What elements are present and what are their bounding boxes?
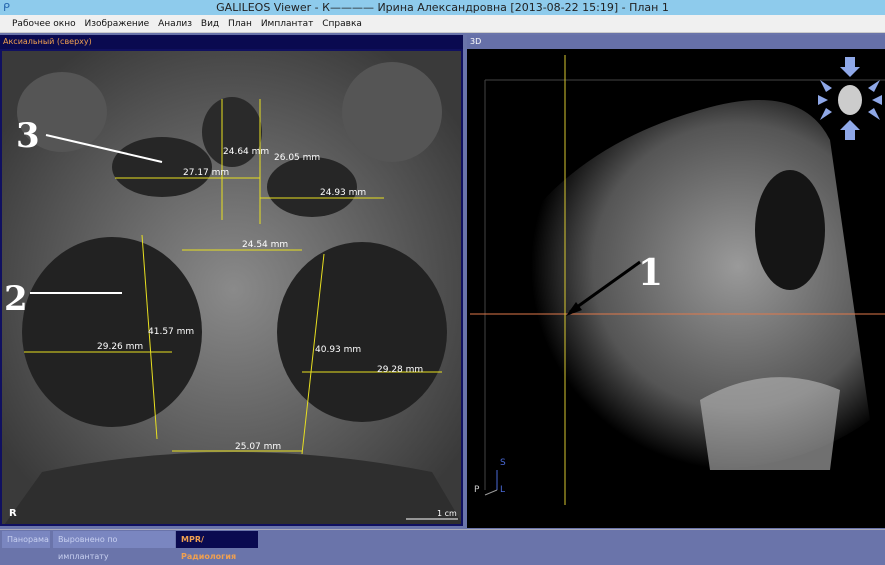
view-tabs: Панорама Выровнено по имплантату MPR/Рад… (0, 529, 885, 561)
menu-bar: Рабочее окно Изображение Анализ Вид План… (0, 15, 885, 33)
app-logo-icon: ᑭ (3, 1, 10, 14)
menu-analysis[interactable]: Анализ (158, 19, 192, 29)
3d-view[interactable]: 1 S P L (467, 49, 885, 528)
menu-help[interactable]: Справка (322, 19, 362, 29)
title-bar: ᑭ GALILEOS Viewer - К———— Ирина Александ… (0, 0, 885, 15)
measure-label: 25.07 mm (235, 442, 281, 452)
menu-implant[interactable]: Имплантат (261, 19, 314, 29)
measure-label: 41.57 mm (148, 327, 194, 337)
window-title: GALILEOS Viewer - К———— Ирина Александро… (216, 1, 669, 14)
tab-panorama[interactable]: Панорама (2, 531, 50, 548)
annotation-1: 1 (638, 252, 663, 294)
scale-label: 1 cm (437, 509, 457, 518)
axial-panel-header: Аксиальный (сверху) (0, 35, 463, 49)
menu-view[interactable]: Вид (201, 19, 219, 29)
axial-view[interactable]: 24.64 mm 26.05 mm 27.17 mm 24.93 mm 24.5… (0, 49, 463, 526)
3d-panel-header: 3D (467, 35, 885, 49)
annotation-2: 2 (4, 279, 28, 319)
axis-s-label: S (500, 458, 506, 468)
orientation-label: R (9, 508, 17, 519)
tab-implant-aligned[interactable]: Выровнено по имплантату (53, 531, 175, 561)
menu-plan[interactable]: План (228, 19, 252, 29)
measure-label: 29.26 mm (97, 342, 143, 352)
tab-mpr-radiology[interactable]: MPR/Радиология (176, 531, 258, 561)
measure-label: 29.28 mm (377, 365, 423, 375)
measure-label: 24.64 mm (223, 147, 269, 157)
axis-p-label: P (474, 485, 480, 495)
menu-workspace[interactable]: Рабочее окно (12, 19, 76, 29)
measure-label: 24.54 mm (242, 240, 288, 250)
annotation-3: 3 (16, 116, 40, 156)
axis-l-label: L (500, 485, 505, 495)
measure-label: 27.17 mm (183, 168, 229, 178)
measure-label: 26.05 mm (274, 153, 320, 163)
menu-image[interactable]: Изображение (84, 19, 149, 29)
measure-label: 40.93 mm (315, 345, 361, 355)
measure-label: 24.93 mm (320, 188, 366, 198)
